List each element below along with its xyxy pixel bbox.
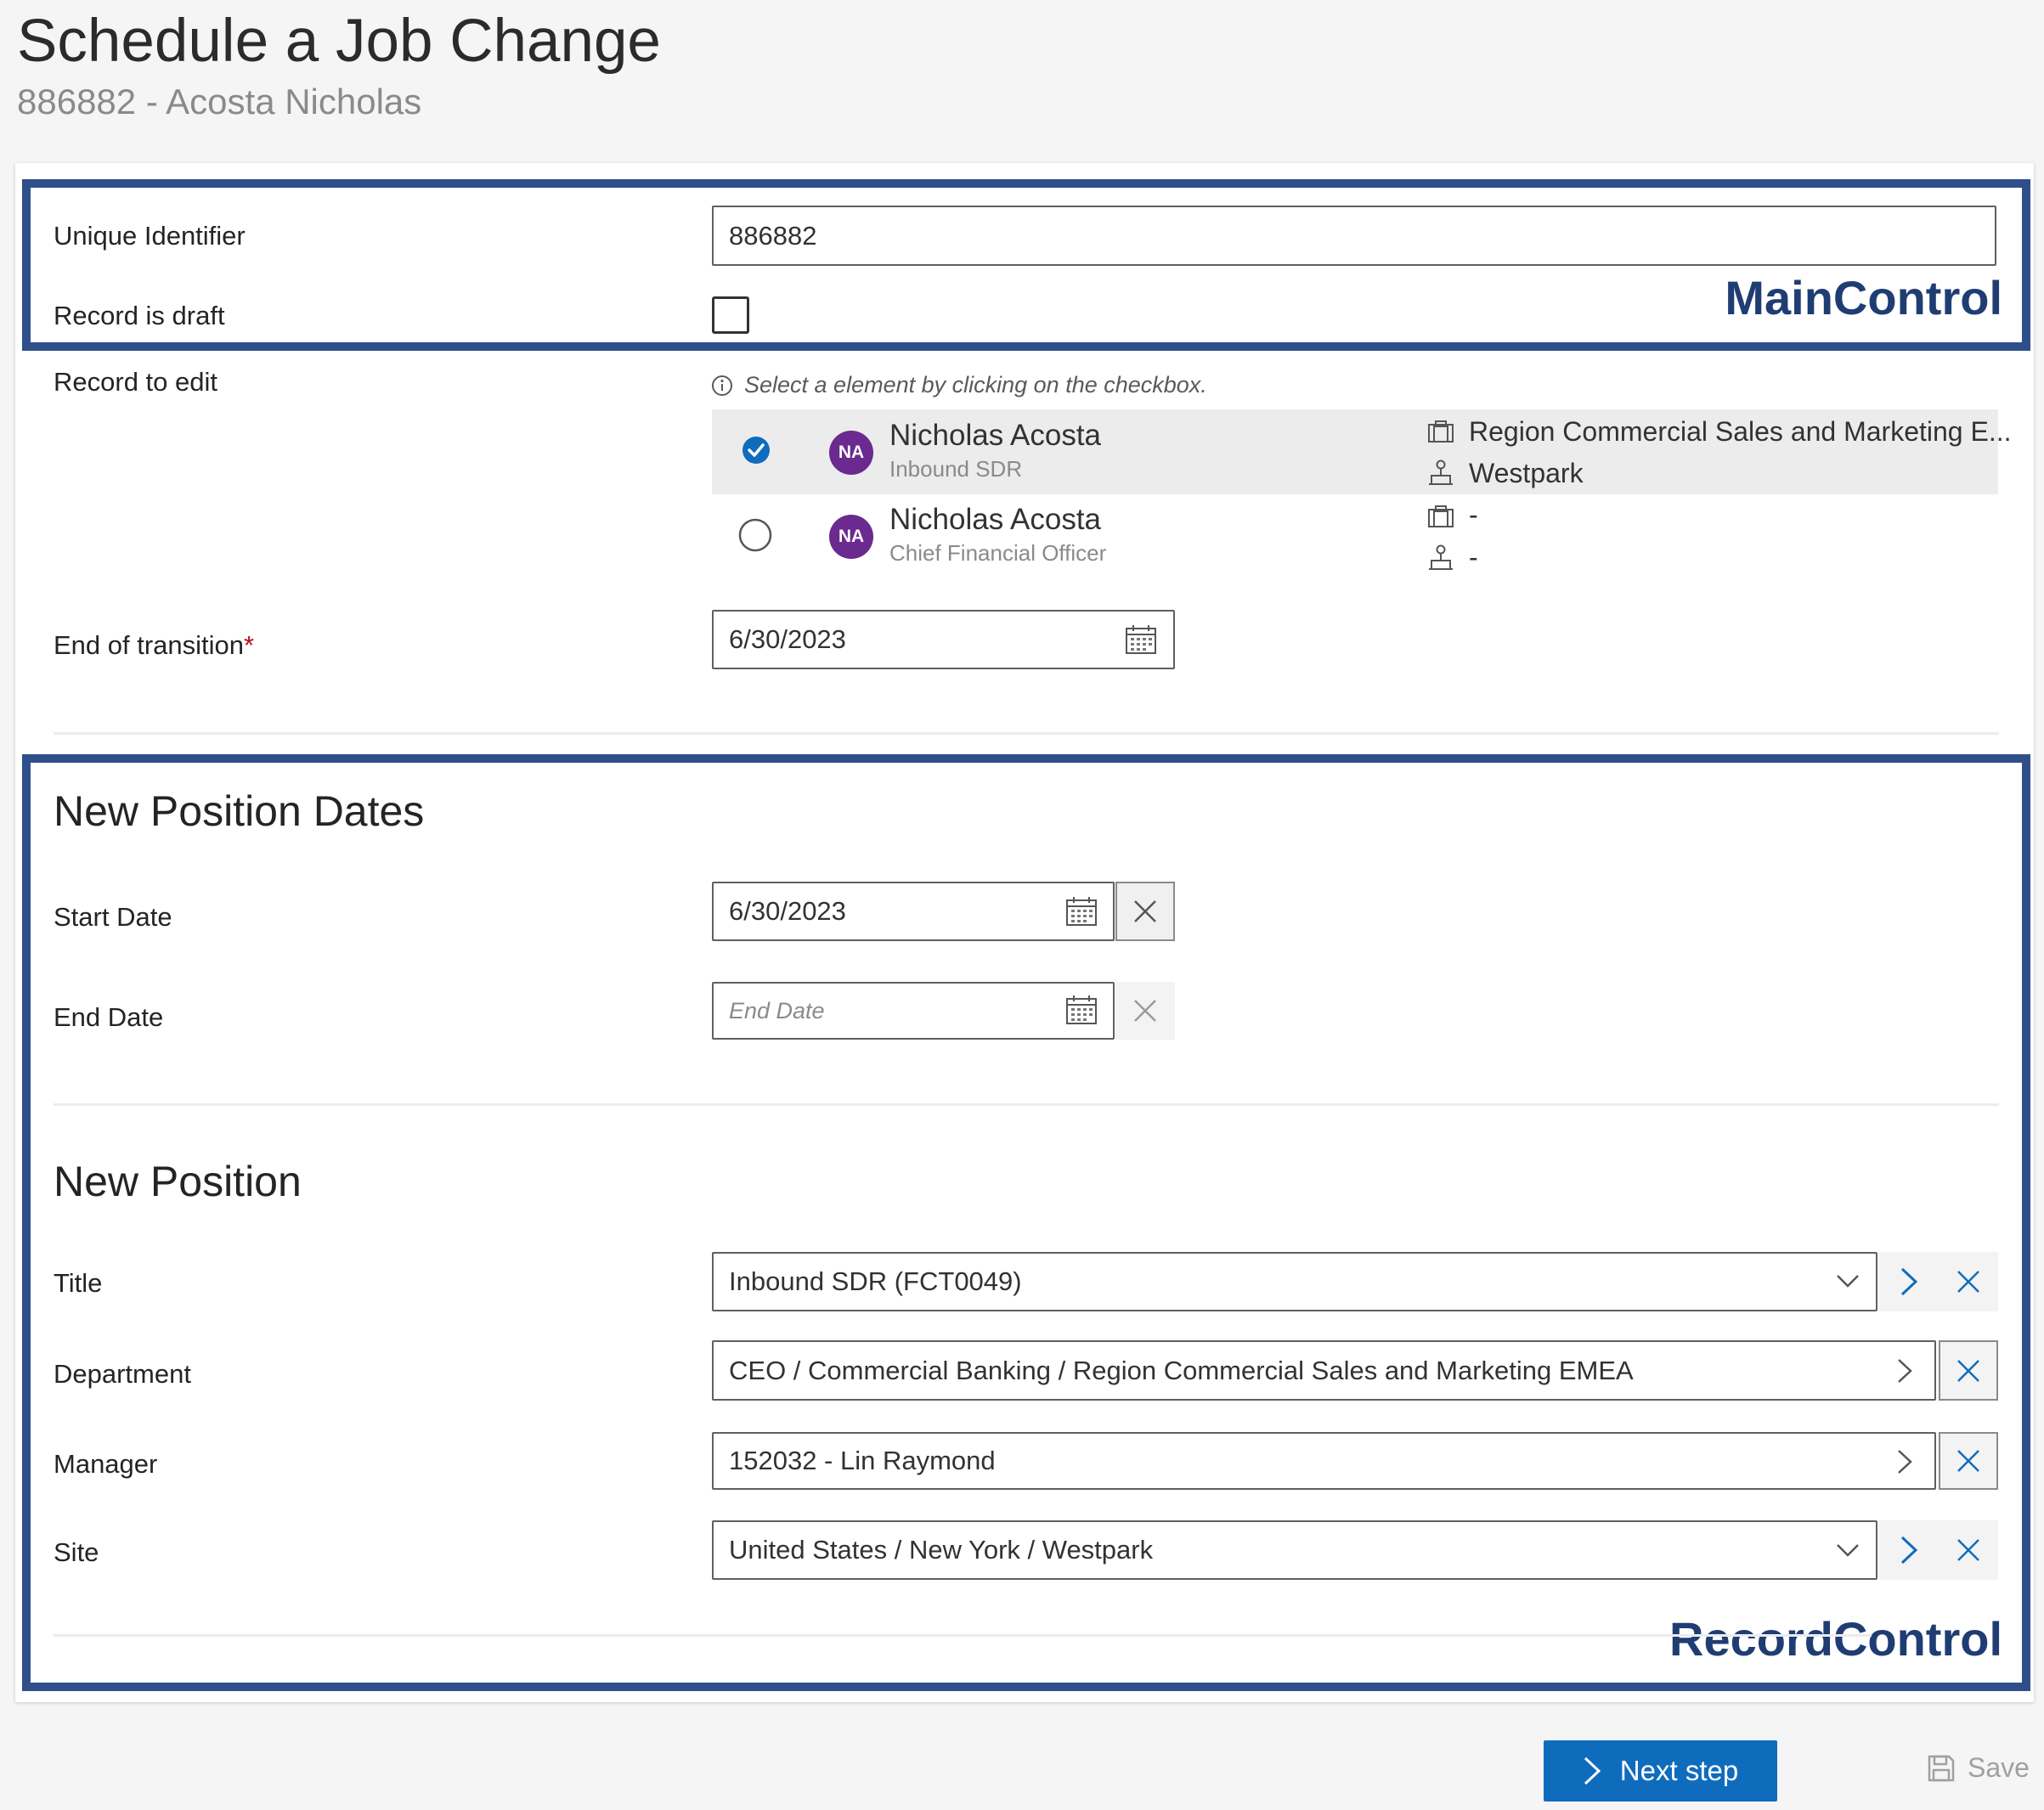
record-to-edit-label: Record to edit <box>54 367 217 397</box>
chevron-down-icon[interactable] <box>1835 1542 1860 1559</box>
department-value: CEO / Commercial Banking / Region Commer… <box>729 1355 1634 1385</box>
site-icon <box>1429 544 1453 570</box>
site-value: United States / New York / Westpark <box>729 1535 1154 1565</box>
manager-label: Manager <box>54 1449 158 1479</box>
chevron-right-icon[interactable] <box>1896 1448 1913 1475</box>
unique-identifier-label: Unique Identifier <box>54 221 246 251</box>
close-icon <box>1957 1539 1979 1561</box>
department-icon <box>1428 505 1454 527</box>
start-date-label: Start Date <box>54 902 172 932</box>
info-icon <box>712 375 732 396</box>
next-step-label: Next step <box>1619 1755 1739 1786</box>
title-select[interactable]: Inbound SDR (FCT0049) <box>712 1252 1877 1311</box>
clear-start-date-button[interactable] <box>1115 882 1175 941</box>
end-date-input[interactable]: End Date <box>712 982 1115 1040</box>
record-name: Nicholas Acosta <box>889 503 1102 536</box>
end-date-label: End Date <box>54 1002 164 1032</box>
record-is-draft-label: Record is draft <box>54 301 225 330</box>
new-position-dates-title: New Position Dates <box>54 787 425 835</box>
department-icon <box>1428 420 1454 443</box>
chevron-right-icon <box>1900 1536 1918 1565</box>
title-label: Title <box>54 1268 103 1298</box>
end-of-transition-label: End of transition* <box>54 630 254 661</box>
start-date-value: 6/30/2023 <box>729 896 846 926</box>
chevron-right-icon <box>1584 1756 1601 1785</box>
avatar: NA <box>829 515 873 559</box>
manager-lookup[interactable]: 152032 - Lin Raymond <box>712 1432 1936 1490</box>
calendar-icon[interactable] <box>1125 624 1157 655</box>
record-role: Chief Financial Officer <box>889 540 1107 566</box>
required-marker: * <box>244 630 255 660</box>
close-icon <box>1957 1271 1979 1293</box>
record-is-draft-checkbox[interactable] <box>712 296 749 334</box>
record-to-edit-hint: Select a element by clicking on the chec… <box>710 372 1207 398</box>
record-site: - <box>1469 542 1478 572</box>
site-select[interactable]: United States / New York / Westpark <box>712 1520 1877 1580</box>
department-label: Department <box>54 1359 191 1389</box>
title-value: Inbound SDR (FCT0049) <box>729 1266 1022 1296</box>
record-role: Inbound SDR <box>889 456 1023 482</box>
page-subtitle: 886882 - Acosta Nicholas <box>17 82 422 121</box>
open-title-button[interactable] <box>1879 1252 1939 1311</box>
clear-title-button[interactable] <box>1939 1252 1998 1311</box>
avatar: NA <box>829 431 873 475</box>
chevron-down-icon[interactable] <box>1835 1272 1860 1289</box>
start-date-input[interactable]: 6/30/2023 <box>712 882 1115 941</box>
close-icon <box>1134 1000 1156 1022</box>
record-control-annotation-label: RecordControl <box>1669 1612 2002 1666</box>
manager-value: 152032 - Lin Raymond <box>729 1446 996 1475</box>
record-department: - <box>1469 499 1478 530</box>
section-divider <box>54 732 1999 735</box>
unique-identifier-input[interactable]: 886882 <box>712 206 1996 266</box>
page-title: Schedule a Job Change <box>17 8 661 75</box>
end-of-transition-input[interactable]: 6/30/2023 <box>712 610 1175 669</box>
record-site: Westpark <box>1469 458 1584 488</box>
new-position-title: New Position <box>54 1158 302 1205</box>
clear-manager-button[interactable] <box>1939 1432 1998 1490</box>
close-icon <box>1957 1450 1979 1472</box>
save-icon <box>1928 1755 1955 1781</box>
record-name: Nicholas Acosta <box>889 419 1102 452</box>
record-department: Region Commercial Sales and Marketing E.… <box>1469 416 2012 447</box>
calendar-icon[interactable] <box>1065 896 1098 927</box>
record-to-edit-hint-text: Select a element by clicking on the chec… <box>744 372 1207 398</box>
clear-site-button[interactable] <box>1939 1520 1998 1580</box>
clear-end-date-button[interactable] <box>1115 982 1175 1040</box>
open-site-button[interactable] <box>1879 1520 1939 1580</box>
radio-unselected-icon[interactable] <box>738 518 772 552</box>
section-divider <box>54 1634 1872 1637</box>
save-button[interactable]: Save <box>1927 1752 2030 1784</box>
section-divider <box>54 1103 1999 1106</box>
radio-selected-icon[interactable] <box>741 435 771 465</box>
end-date-placeholder: End Date <box>729 997 825 1023</box>
close-icon <box>1134 900 1156 922</box>
end-of-transition-label-text: End of transition <box>54 630 245 660</box>
calendar-icon[interactable] <box>1065 995 1098 1025</box>
save-label: Save <box>1968 1752 2030 1783</box>
chevron-right-icon <box>1900 1267 1918 1296</box>
next-step-button[interactable]: Next step <box>1544 1740 1777 1802</box>
site-label: Site <box>54 1537 99 1567</box>
main-control-annotation-label: MainControl <box>1725 271 2002 324</box>
end-of-transition-value: 6/30/2023 <box>729 624 846 654</box>
chevron-right-icon[interactable] <box>1896 1357 1913 1384</box>
site-icon <box>1429 460 1453 485</box>
clear-department-button[interactable] <box>1939 1340 1998 1401</box>
close-icon <box>1957 1359 1979 1382</box>
department-lookup[interactable]: CEO / Commercial Banking / Region Commer… <box>712 1340 1936 1401</box>
